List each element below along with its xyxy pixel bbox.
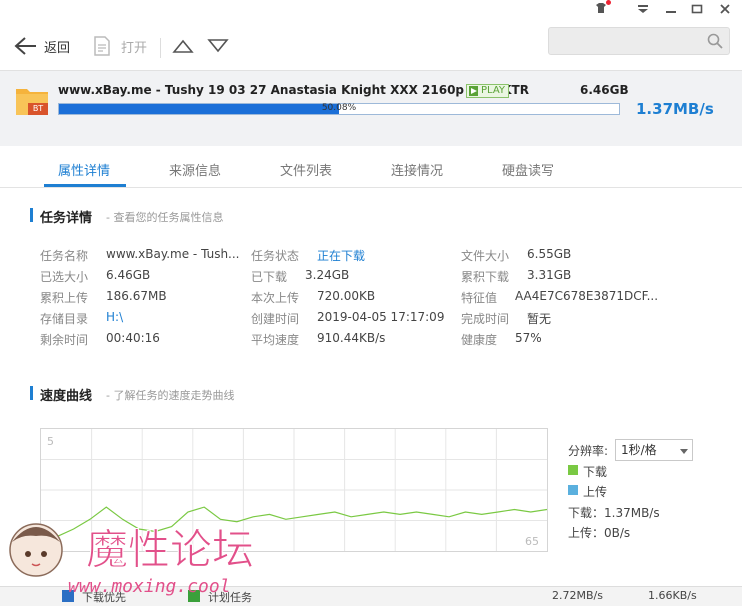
task-size: 6.46GB [580, 83, 629, 97]
back-button[interactable]: 返回 [14, 36, 70, 56]
open-button[interactable]: 打开 [93, 36, 147, 56]
detail-value: 6.55GB [527, 247, 572, 261]
detail-label: 已下载 [251, 270, 288, 284]
back-arrow-icon [14, 37, 36, 55]
minimize-icon[interactable] [662, 2, 680, 18]
task-speed: 1.37MB/s [636, 100, 714, 118]
tab-disk-io[interactable]: 硬盘读写 [502, 160, 554, 179]
detail-value: 57% [515, 331, 542, 345]
task-name: www.xBay.me - Tushy 19 03 27 Anastasia K… [58, 83, 529, 97]
chevron-down-icon [680, 449, 688, 454]
watermark-mascot-icon: 魔性论坛 www.moxing.cool [9, 523, 255, 597]
active-tab-underline [44, 184, 126, 187]
resolution-label: 分辨率: [568, 444, 609, 458]
close-icon[interactable] [716, 2, 734, 18]
detail-label: 文件大小 [461, 249, 510, 263]
watermark-url: www.moxing.cool [68, 576, 231, 597]
download-properties-window: 返回 打开 BT www.xBay.me - Tushy 19 03 27 An… [0, 0, 742, 606]
detail-value: 720.00KB [317, 289, 376, 303]
details-subtitle: - 查看您的任务属性信息 [106, 211, 224, 224]
title-bar [0, 0, 742, 22]
search-icon[interactable] [707, 33, 723, 49]
open-label: 打开 [121, 40, 148, 56]
tab-source-info[interactable]: 来源信息 [169, 160, 221, 179]
detail-label: 存储目录 [40, 312, 89, 326]
speed-curve-subtitle: - 了解任务的速度走势曲线 [106, 389, 235, 402]
detail-value: 6.46GB [106, 268, 151, 282]
detail-value: 2019-04-05 17:17:09 [317, 310, 445, 324]
detail-value: 186.67MB [106, 289, 167, 303]
detail-label: 健康度 [461, 333, 498, 347]
total-upload-speed: 1.66KB/s [648, 589, 697, 602]
progress-text: 50.08% [321, 103, 357, 113]
upload-legend-swatch [568, 485, 578, 495]
detail-value: 3.24GB [305, 268, 350, 282]
detail-value: 暂无 [527, 312, 552, 326]
detail-label: 剩余时间 [40, 333, 89, 347]
search-input[interactable] [553, 31, 703, 51]
y-max-label: 5 [47, 435, 54, 448]
back-label: 返回 [44, 40, 71, 56]
document-icon [94, 36, 110, 56]
move-down-button[interactable] [207, 38, 229, 54]
resolution-value: 1秒/格 [621, 443, 657, 457]
skin-icon[interactable] [592, 0, 611, 18]
detail-label: 本次上传 [251, 291, 300, 305]
search-box[interactable] [548, 27, 730, 55]
toolbar-divider [160, 38, 161, 58]
triangle-up-icon [172, 39, 194, 53]
triangle-down-icon [207, 39, 229, 53]
bt-badge: BT [28, 103, 48, 115]
x-count-label: 65 [525, 535, 539, 548]
storage-path-link[interactable]: H:\ [106, 310, 123, 324]
speed-curve-title: 速度曲线 [40, 389, 93, 404]
tab-file-list[interactable]: 文件列表 [280, 160, 332, 179]
menu-icon[interactable] [634, 2, 652, 18]
tab-connections[interactable]: 连接情况 [391, 160, 443, 179]
detail-label: 已选大小 [40, 270, 89, 284]
play-button[interactable]: PLAY [466, 84, 510, 98]
download-legend-swatch [568, 465, 578, 475]
watermark-logo: 魔性论坛 www.moxing.cool [6, 512, 296, 602]
tab-properties[interactable]: 属性详情 [58, 160, 110, 179]
detail-label: 创建时间 [251, 312, 300, 326]
detail-value: 00:40:16 [106, 331, 160, 345]
progress-bar: 50.08% [58, 103, 620, 115]
play-label: PLAY [481, 85, 506, 96]
move-up-button[interactable] [172, 38, 194, 54]
detail-value: 910.44KB/s [317, 331, 386, 345]
section-marker [30, 208, 33, 222]
details-title: 任务详情 [40, 211, 93, 226]
watermark-text: 魔性论坛 [86, 525, 254, 574]
task-status-value: 正在下载 [317, 249, 366, 263]
detail-label: 完成时间 [461, 312, 510, 326]
section-marker [30, 386, 33, 400]
total-download-speed: 2.72MB/s [552, 589, 603, 602]
detail-value: 3.31GB [527, 268, 572, 282]
resolution-select[interactable]: 1秒/格 [615, 439, 693, 461]
detail-label: 平均速度 [251, 333, 300, 347]
download-legend-label: 下载 [583, 465, 608, 479]
tab-bar: 属性详情 来源信息 文件列表 连接情况 硬盘读写 [0, 146, 742, 188]
detail-label: 累积下载 [461, 270, 510, 284]
maximize-icon[interactable] [688, 2, 706, 18]
detail-label: 累积上传 [40, 291, 89, 305]
upload-legend-label: 上传 [583, 485, 608, 499]
download-speed-readout: 下载：1.37MB/s [568, 506, 660, 520]
detail-label: 特征值 [461, 291, 498, 305]
detail-value: www.xBay.me - Tush... [106, 247, 240, 261]
detail-value: AA4E7C678E3871DCF... [515, 289, 659, 303]
detail-label: 任务名称 [40, 249, 89, 263]
upload-speed-readout: 上传：0B/s [568, 526, 631, 540]
detail-label: 任务状态 [251, 249, 300, 263]
